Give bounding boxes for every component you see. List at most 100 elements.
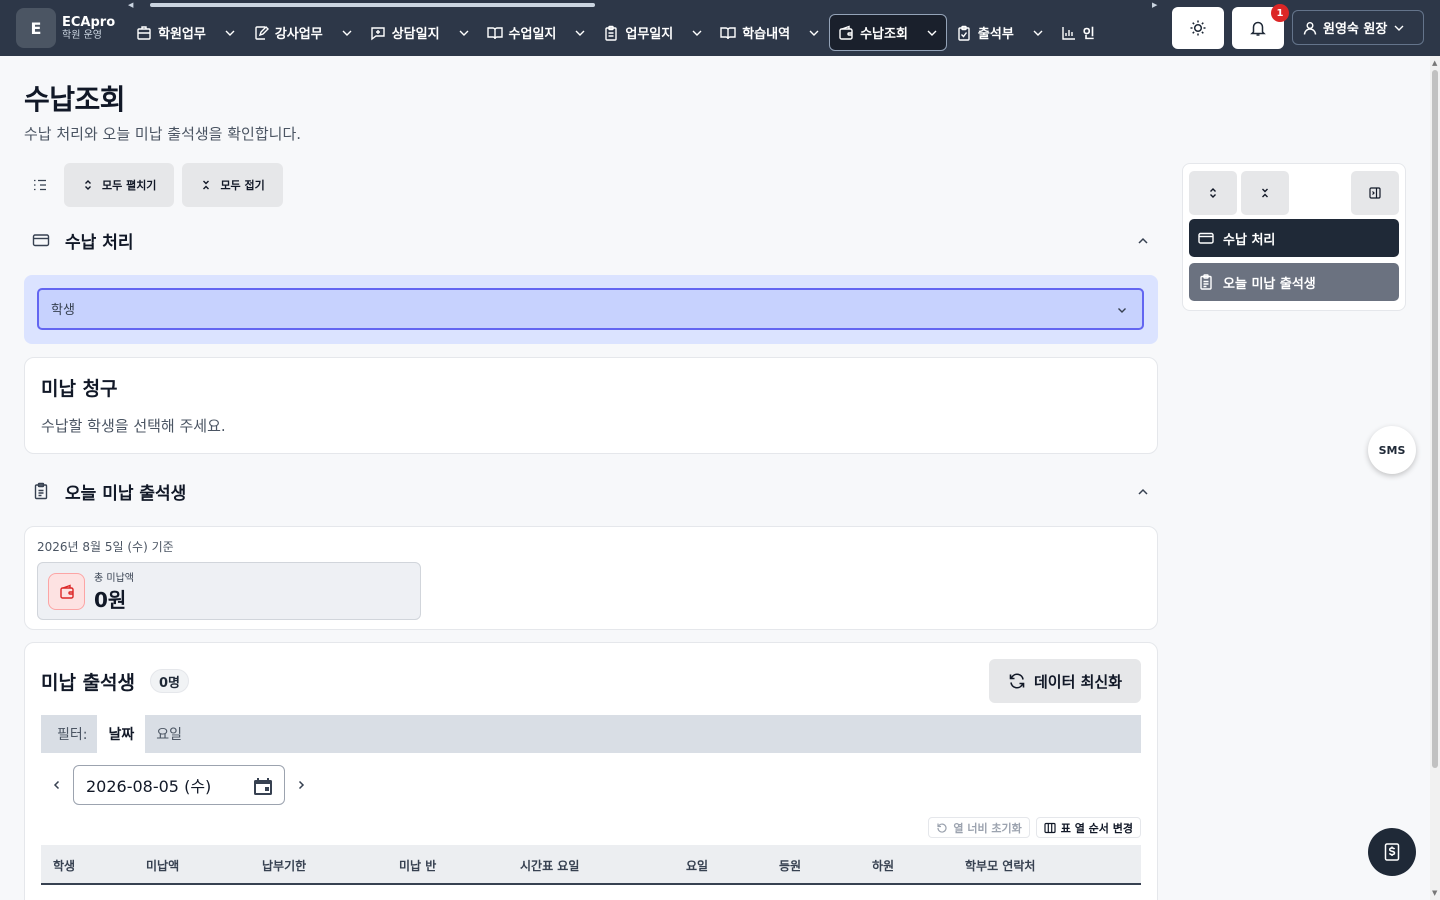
- panel-expand-all-button[interactable]: [1189, 171, 1237, 215]
- nav-item-attendance[interactable]: 출석부: [948, 14, 1052, 51]
- scroll-up-arrow-icon[interactable]: ▲: [1432, 59, 1437, 67]
- collapse-all-button[interactable]: 모두 접기: [182, 163, 283, 207]
- chevron-down-icon[interactable]: [224, 27, 236, 39]
- reset-column-widths-label: 열 너비 초기화: [953, 821, 1022, 835]
- total-unpaid-label: 총 미납액: [94, 573, 134, 584]
- credit-card-icon: [1198, 232, 1214, 244]
- chevron-down-icon[interactable]: [808, 27, 820, 39]
- rotate-ccw-icon: [937, 822, 947, 833]
- calendar-icon[interactable]: [252, 775, 274, 797]
- unpaid-summary-card: 2026년 8월 5일 (수) 기준 총 미납액 0원: [24, 526, 1158, 630]
- date-value: 2026-08-05 (수): [86, 777, 212, 796]
- filter-bar: 필터: 날짜 요일: [41, 715, 1141, 753]
- top-navigation-bar: ◀ ▶ E ECApro 학원 운영 학원업무 강사업무 상담일지 수업일지 업…: [0, 0, 1440, 56]
- filter-tab-date[interactable]: 날짜: [97, 715, 146, 753]
- user-menu-button[interactable]: 원영숙 원장: [1292, 10, 1424, 45]
- clipboard-icon: [605, 25, 618, 41]
- refresh-label: 데이터 최신화: [1033, 672, 1123, 691]
- payment-section-header[interactable]: 수납 처리: [24, 224, 1158, 256]
- bell-icon: [1250, 21, 1266, 36]
- chevron-up-icon[interactable]: [1136, 485, 1150, 499]
- section-toolbar: 모두 펼치기 모두 접기: [24, 163, 283, 207]
- chevron-down-icon[interactable]: [1032, 27, 1044, 39]
- panel-item-label: 수납 처리: [1223, 232, 1276, 248]
- scroll-down-arrow-icon[interactable]: ▼: [1432, 889, 1437, 897]
- panel-collapse-all-button[interactable]: [1241, 171, 1289, 215]
- nav-item-statistics[interactable]: 인: [1053, 14, 1117, 51]
- unpaid-attendees-card: 미납 출석생 0명 데이터 최신화 필터: 날짜 요일 2026-08-05 (…: [24, 642, 1158, 900]
- nav-item-label: 학습내역: [742, 27, 791, 42]
- brand-name: ECApro: [62, 14, 116, 30]
- date-input[interactable]: 2026-08-05 (수): [73, 765, 285, 805]
- student-select[interactable]: 학생: [37, 288, 1144, 330]
- refresh-icon: [1009, 673, 1025, 689]
- theme-toggle-button[interactable]: [1172, 7, 1224, 49]
- nav-item-teacher-work[interactable]: 강사업무: [245, 14, 361, 51]
- panel-item-payment[interactable]: 수납 처리: [1189, 219, 1399, 257]
- nav-item-work-log[interactable]: 업무일지: [595, 14, 711, 51]
- change-column-order-label: 표 열 순서 변경: [1060, 821, 1133, 835]
- chevron-up-icon[interactable]: [1136, 234, 1150, 248]
- chevrons-down-up-icon: [1262, 188, 1268, 198]
- message-plus-icon: [370, 26, 385, 40]
- page-scrollbar-thumb[interactable]: [1432, 70, 1438, 768]
- change-column-order-button[interactable]: 표 열 순서 변경: [1035, 817, 1141, 838]
- total-unpaid-stat: 총 미납액 0원: [37, 562, 421, 620]
- brand-logo-link[interactable]: E ECApro 학원 운영: [16, 8, 126, 48]
- edit-note-icon: [255, 25, 269, 40]
- chevron-down-icon[interactable]: [574, 27, 586, 39]
- column-header-unpaid-amount[interactable]: 미납액: [146, 857, 179, 874]
- user-name: 원영숙 원장: [1323, 22, 1388, 37]
- nav-item-label: 수납조회: [860, 27, 908, 42]
- column-header-unpaid-class[interactable]: 미납 반: [399, 857, 436, 874]
- panel-right-close-icon: [1369, 187, 1381, 199]
- total-unpaid-value: 0원: [94, 588, 127, 612]
- filter-label: 필터:: [57, 727, 88, 743]
- student-select-container: 학생: [24, 275, 1158, 344]
- receipt-dollar-icon: [1384, 843, 1400, 861]
- chevron-down-icon[interactable]: [691, 27, 703, 39]
- filter-tab-weekday[interactable]: 요일: [145, 715, 193, 753]
- unpaid-count-badge: 0명: [150, 669, 190, 693]
- panel-item-unpaid-attendees[interactable]: 오늘 미납 출석생: [1189, 263, 1399, 301]
- nav-item-learning-history[interactable]: 학습내역: [712, 14, 828, 51]
- credit-card-icon: [32, 234, 50, 247]
- notifications-button[interactable]: 1: [1232, 4, 1289, 49]
- nav-item-label: 업무일지: [625, 27, 674, 42]
- refresh-data-button[interactable]: 데이터 최신화: [989, 659, 1141, 703]
- panel-toggle-button[interactable]: [1351, 171, 1399, 215]
- next-date-button[interactable]: [285, 765, 317, 805]
- column-header-student[interactable]: 학생: [53, 857, 75, 874]
- nav-item-counseling-log[interactable]: 상담일지: [362, 14, 478, 51]
- payment-section-title: 수납 처리: [65, 232, 134, 253]
- column-header-schedule-weekday[interactable]: 시간표 요일: [520, 857, 579, 874]
- table-tools: 열 너비 초기화 표 열 순서 변경: [928, 817, 1141, 838]
- chevron-down-icon[interactable]: [341, 27, 353, 39]
- nav-item-label: 학원업무: [158, 27, 206, 42]
- expand-all-button[interactable]: 모두 펼치기: [64, 163, 175, 207]
- nav-item-label: 강사업무: [274, 27, 323, 42]
- page-scrollbar[interactable]: ▲ ▼: [1430, 56, 1440, 900]
- nav-item-payment-lookup[interactable]: 수납조회: [829, 14, 947, 51]
- main-nav: 학원업무 강사업무 상담일지 수업일지 업무일지 학습내역 수납조회 출석부 인: [128, 14, 1118, 51]
- nav-item-class-log[interactable]: 수업일지: [479, 14, 595, 51]
- clipboard-list-icon: [34, 482, 48, 500]
- chevron-down-icon[interactable]: [458, 27, 470, 39]
- reset-column-widths-button[interactable]: 열 너비 초기화: [928, 817, 1030, 838]
- page-subtitle: 수납 처리와 오늘 미납 출석생을 확인합니다.: [24, 125, 302, 143]
- column-header-due-date[interactable]: 납부기한: [262, 857, 306, 874]
- unpaid-attendees-section-header[interactable]: 오늘 미납 출석생: [24, 475, 1158, 507]
- columns-icon: [1044, 822, 1056, 833]
- chevrons-down-up-icon: [203, 180, 210, 190]
- chevron-down-icon[interactable]: [926, 27, 938, 39]
- nav-item-academy-work[interactable]: 학원업무: [128, 14, 244, 51]
- payment-fab-button[interactable]: [1368, 828, 1416, 876]
- previous-date-button[interactable]: [41, 765, 73, 805]
- column-header-check-out[interactable]: 하원: [872, 857, 894, 874]
- book-open-icon: [720, 26, 736, 39]
- column-header-check-in[interactable]: 등원: [779, 857, 801, 874]
- sms-button[interactable]: SMS: [1368, 426, 1416, 474]
- column-header-parent-contact[interactable]: 학부모 연락처: [965, 857, 1035, 874]
- clipboard-list-icon: [1200, 274, 1212, 290]
- column-header-weekday[interactable]: 요일: [686, 857, 708, 874]
